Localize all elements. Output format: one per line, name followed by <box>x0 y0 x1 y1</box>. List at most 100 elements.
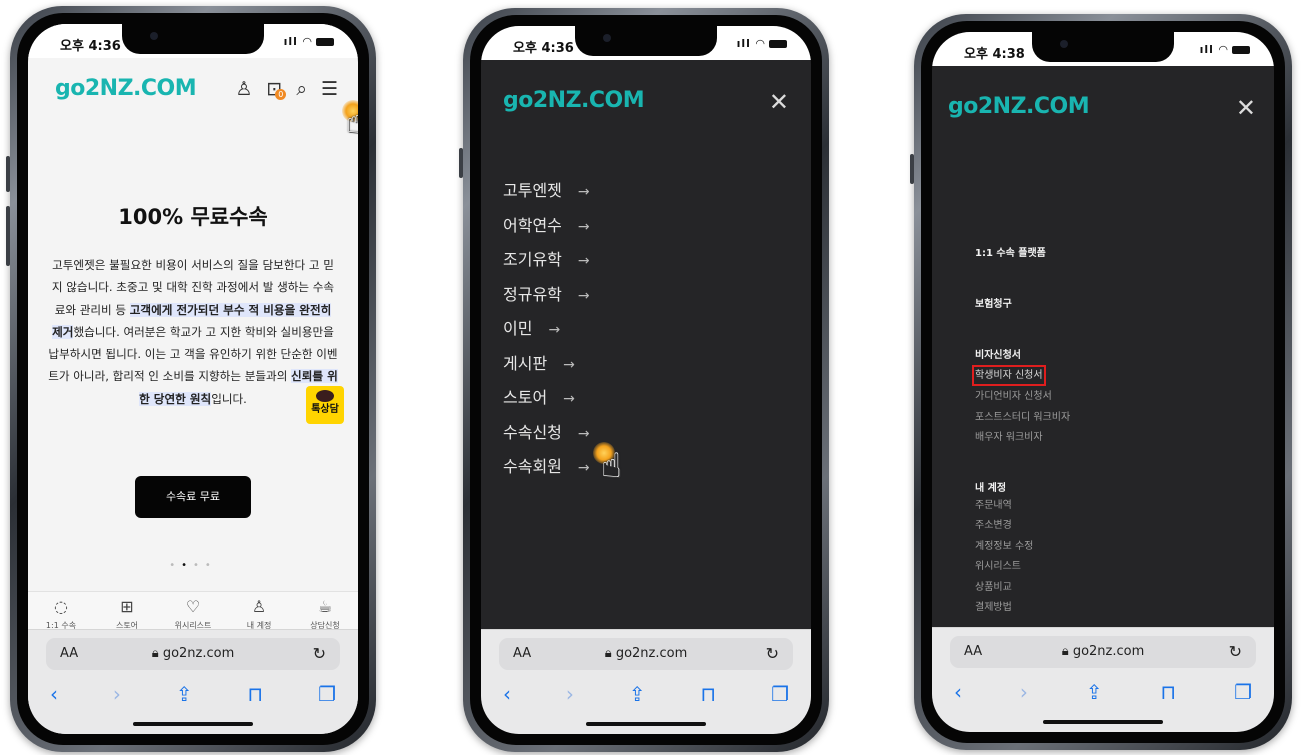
link-account-edit[interactable]: 계정정보 수정 <box>975 537 1070 558</box>
back-icon[interactable]: ‹ <box>503 682 511 706</box>
kakao-chat-button[interactable]: 톡상담 <box>306 386 344 424</box>
link-student-visa[interactable]: 학생비자 신청서 <box>972 365 1046 386</box>
bag-icon[interactable]: ⊡ 0 <box>266 78 287 100</box>
carousel-dot[interactable]: • <box>193 560 205 571</box>
safari-toolbar: ‹ › ⇪ ⊓ ❐ <box>954 680 1252 704</box>
reload-icon[interactable]: ↻ <box>313 644 326 663</box>
menu-label: 스토어 <box>503 388 548 407</box>
reload-icon[interactable]: ↻ <box>766 644 779 663</box>
arrow-icon: → <box>577 218 590 235</box>
link-address[interactable]: 주소변경 <box>975 516 1070 537</box>
menu-item[interactable]: 수속회원 → <box>503 450 590 485</box>
signal-icon: ıll <box>283 35 298 48</box>
section-platform[interactable]: 1:1 수속 플랫폼 <box>975 244 1070 259</box>
section-visa[interactable]: 비자신청서 <box>975 346 1070 361</box>
section-account[interactable]: 내 계정 <box>975 479 1070 494</box>
menu-item[interactable]: 고투엔젯 → <box>503 174 590 209</box>
tabs-icon[interactable]: ❐ <box>771 682 789 706</box>
link-wishlist[interactable]: 위시리스트 <box>975 557 1070 578</box>
arrow-icon: → <box>577 460 590 476</box>
share-icon[interactable]: ⇪ <box>176 682 193 706</box>
menu-label: 고투엔젯 <box>503 181 562 200</box>
back-icon[interactable]: ‹ <box>50 682 58 706</box>
reload-icon[interactable]: ↻ <box>1229 642 1242 661</box>
battery-icon <box>769 40 787 48</box>
menu-item[interactable]: 이민 → <box>503 312 590 347</box>
kakao-label: 톡상담 <box>311 404 339 415</box>
site-logo[interactable]: go2NZ.COM <box>948 94 1090 119</box>
side-button <box>910 154 914 184</box>
close-icon[interactable]: ✕ <box>1236 94 1256 122</box>
menu-item[interactable]: 수속신청 → <box>503 416 590 451</box>
gift-icon: ⊞ <box>120 597 134 616</box>
bookmarks-icon[interactable]: ⊓ <box>1161 680 1177 704</box>
menu-item[interactable]: 조기유학 → <box>503 243 590 278</box>
url-text: 🔒︎ go2nz.com <box>499 646 793 661</box>
tabs-icon[interactable]: ❐ <box>318 682 336 706</box>
status-icons: ıll ◠ <box>284 35 334 48</box>
coffee-icon: ☕ <box>317 597 333 616</box>
menu-label: 게시판 <box>503 353 548 373</box>
tabs-icon[interactable]: ❐ <box>1234 680 1252 704</box>
link-guardian-visa[interactable]: 가디언비자 신청서 <box>975 387 1070 408</box>
forward-icon[interactable]: › <box>1020 680 1028 704</box>
status-time: 오후 4:36 <box>513 41 574 56</box>
menu-label: 수속회원 <box>503 457 562 476</box>
link-orders[interactable]: 주문내역 <box>975 496 1070 517</box>
wifi-icon: ◠ <box>755 37 766 50</box>
carousel-dots: •••• <box>28 560 358 571</box>
lock-icon: 🔒︎ <box>151 646 159 661</box>
status-time: 오후 4:38 <box>964 47 1025 62</box>
home-indicator <box>586 722 706 726</box>
close-icon[interactable]: ✕ <box>769 88 789 116</box>
user-icon: ♙ <box>251 597 267 616</box>
site-logo[interactable]: go2NZ.COM <box>503 88 645 113</box>
forward-icon[interactable]: › <box>566 682 574 706</box>
menu-item[interactable]: 게시판 → <box>503 347 590 382</box>
safari-bar: AA 🔒︎ go2nz.com ↻ ‹ › ⇪ ⊓ ❐ <box>481 629 811 734</box>
search-icon[interactable]: ⌕ <box>296 78 307 100</box>
url-text: 🔒︎ go2nz.com <box>950 644 1256 659</box>
address-bar[interactable]: AA 🔒︎ go2nz.com ↻ <box>950 636 1256 668</box>
side-button <box>459 148 463 178</box>
free-fee-button[interactable]: 수속료 무료 <box>135 476 251 518</box>
carousel-dot[interactable]: • <box>205 560 217 571</box>
hamburger-menu-icon[interactable]: ☰ <box>321 78 338 100</box>
bookmarks-icon[interactable]: ⊓ <box>701 682 717 706</box>
status-icons: ıll ◠ <box>1200 43 1250 56</box>
menu-item[interactable]: 스토어 → <box>503 381 590 416</box>
share-icon[interactable]: ⇪ <box>1086 680 1103 704</box>
link-payment[interactable]: 결제방법 <box>975 598 1070 619</box>
forward-icon[interactable]: › <box>113 682 121 706</box>
link-compare[interactable]: 상품비교 <box>975 578 1070 599</box>
link-partner-visa[interactable]: 배우자 워크비자 <box>975 428 1070 449</box>
menu-item[interactable]: 어학연수 → <box>503 209 590 244</box>
phone-mockup-home: 오후 4:36 ıll ◠ go2NZ.COM ♙ ⊡ 0 ⌕ ☰ ☝ 100% … <box>6 6 376 752</box>
back-icon[interactable]: ‹ <box>954 680 962 704</box>
hero-text: 입니다. <box>211 391 247 406</box>
safari-toolbar: ‹ › ⇪ ⊓ ❐ <box>503 682 789 706</box>
site-logo[interactable]: go2NZ.COM <box>55 76 197 101</box>
arrow-icon: → <box>563 356 575 373</box>
address-bar[interactable]: AA 🔒︎ go2nz.com ↻ <box>499 638 793 670</box>
signal-icon: ıll <box>736 37 751 50</box>
status-icons: ıll ◠ <box>737 37 787 50</box>
menu-item[interactable]: 정규유학 → <box>503 278 590 313</box>
cart-badge: 0 <box>275 89 287 100</box>
home-indicator <box>1043 720 1163 724</box>
address-bar[interactable]: AA 🔒︎ go2nz.com ↻ <box>46 638 340 670</box>
carousel-dot-active[interactable]: • <box>181 560 193 571</box>
carousel-dot[interactable]: • <box>169 560 181 571</box>
battery-icon <box>1232 46 1250 54</box>
link-post-study-visa[interactable]: 포스트스터디 워크비자 <box>975 408 1070 429</box>
section-insurance[interactable]: 보험청구 <box>975 295 1070 310</box>
arrow-icon: → <box>577 287 590 304</box>
bookmarks-icon[interactable]: ⊓ <box>248 682 264 706</box>
share-icon[interactable]: ⇪ <box>629 682 646 706</box>
menu-label: 어학연수 <box>503 215 562 235</box>
lock-icon: 🔒︎ <box>604 646 612 661</box>
chat-icon: ◌ <box>54 597 68 616</box>
user-icon[interactable]: ♙ <box>235 78 252 100</box>
side-button <box>6 156 10 192</box>
phone-mockup-menu: 오후 4:36 ıll ◠ go2NZ.COM ✕ 고투엔젯 → 어학연수 → 조기… <box>459 8 829 752</box>
